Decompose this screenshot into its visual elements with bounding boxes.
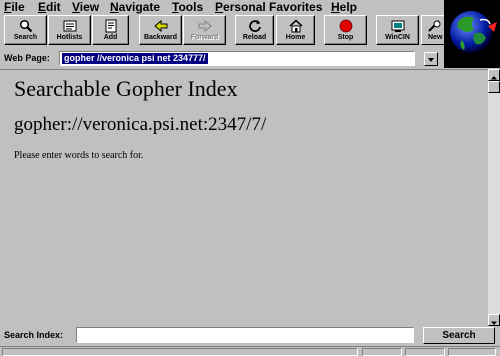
search-index-label: Search Index: — [4, 330, 64, 340]
compuserve-icon — [391, 20, 404, 32]
add-button[interactable]: Add — [92, 15, 129, 45]
stop-icon — [339, 19, 352, 33]
browser-logo — [444, 0, 500, 68]
back-arrow-icon — [153, 19, 167, 33]
menu-personal-favorites[interactable]: Personal Favorites — [215, 0, 322, 14]
menu-view[interactable]: View — [72, 0, 99, 14]
vertical-scrollbar[interactable] — [488, 69, 500, 326]
search-index-bar: Search Index: Search — [0, 326, 500, 346]
status-panel-4 — [448, 348, 496, 356]
page-content: Searchable Gopher Index gopher://veronic… — [0, 69, 488, 326]
search-instructions: Please enter words to search for. — [14, 150, 144, 161]
search-button[interactable]: Search — [4, 15, 47, 45]
search-index-input[interactable] — [76, 327, 414, 343]
address-dropdown-button[interactable] — [424, 52, 438, 66]
scroll-up-button[interactable] — [488, 69, 500, 81]
menu-navigate[interactable]: Navigate — [110, 0, 160, 14]
status-panel-3 — [405, 348, 445, 356]
stop-button[interactable]: Stop — [324, 15, 367, 45]
address-text: gopher //veronica psi net 234777/ — [62, 53, 208, 64]
scroll-thumb[interactable] — [488, 81, 500, 93]
reload-icon — [248, 20, 261, 32]
news-button[interactable]: New — [421, 15, 444, 45]
globe-icon — [450, 11, 497, 53]
address-label: Web Page: — [4, 53, 50, 63]
menu-edit[interactable]: Edit — [38, 0, 61, 14]
chevron-down-icon — [428, 58, 434, 62]
address-input[interactable]: gopher //veronica psi net 234777/ — [59, 51, 415, 66]
news-icon — [428, 20, 441, 32]
scroll-down-button[interactable] — [488, 314, 500, 326]
menu-bar: File Edit View Navigate Tools Personal F… — [0, 0, 444, 14]
search-submit-button[interactable]: Search — [423, 327, 495, 344]
toolbar: Search Hotlists Add Backward Forward Rel… — [0, 15, 444, 49]
add-page-icon — [105, 19, 116, 33]
menu-file[interactable]: File — [4, 0, 25, 14]
menu-help[interactable]: Help — [331, 0, 357, 14]
page-url-heading: gopher://veronica.psi.net:2347/7/ — [14, 114, 267, 135]
status-bar — [0, 346, 500, 356]
hotlist-folder-icon — [63, 20, 76, 32]
backward-button[interactable]: Backward — [139, 15, 182, 45]
address-bar: Web Page: gopher //veronica psi net 2347… — [0, 50, 444, 69]
forward-arrow-icon — [198, 19, 212, 33]
home-icon — [288, 19, 303, 33]
page-title: Searchable Gopher Index — [14, 76, 238, 101]
hotlists-button[interactable]: Hotlists — [48, 15, 91, 45]
home-button[interactable]: Home — [276, 15, 315, 45]
magnifier-icon — [19, 19, 32, 33]
status-panel-2 — [362, 348, 402, 356]
wincim-button[interactable]: WinCIN — [376, 15, 419, 45]
status-panel-main — [2, 348, 358, 356]
forward-button[interactable]: Forward — [183, 15, 226, 45]
reload-button[interactable]: Reload — [235, 15, 274, 45]
menu-tools[interactable]: Tools — [172, 0, 203, 14]
